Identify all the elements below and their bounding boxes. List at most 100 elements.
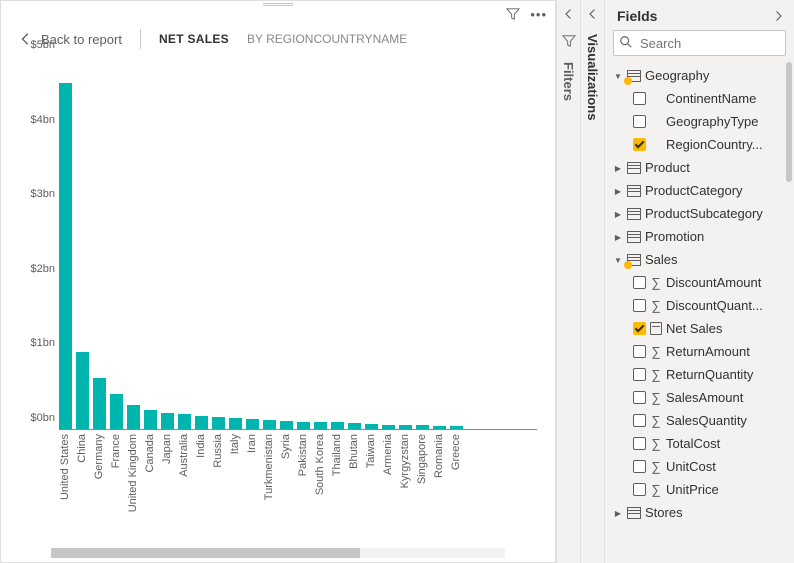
bar[interactable] [314, 422, 327, 429]
fields-panel: Fields GeographyContinentNameGeographyTy… [604, 0, 794, 563]
bar[interactable] [331, 422, 344, 429]
bar[interactable] [161, 413, 174, 429]
x-tick-label: Turkmenistan [263, 434, 276, 504]
more-options-icon[interactable]: ••• [530, 7, 547, 22]
table-stores[interactable]: Stores [605, 501, 794, 524]
table-productSubcategory[interactable]: ProductSubcategory [605, 202, 794, 225]
field-region[interactable]: RegionCountry... [605, 133, 794, 156]
table-icon [627, 507, 641, 519]
fields-header: Fields [605, 0, 794, 30]
field-checkbox[interactable] [633, 322, 646, 335]
field-discountAmount[interactable]: ∑DiscountAmount [605, 271, 794, 294]
bar[interactable] [93, 378, 106, 429]
sigma-icon: ∑ [650, 413, 662, 428]
table-label: ProductCategory [645, 183, 794, 198]
filter-icon[interactable] [506, 7, 520, 22]
field-checkbox[interactable] [633, 391, 646, 404]
bar[interactable] [59, 83, 72, 429]
field-checkbox[interactable] [633, 276, 646, 289]
chevron-right-icon [613, 508, 623, 518]
bar[interactable] [433, 426, 446, 429]
field-continent[interactable]: ContinentName [605, 87, 794, 110]
bar[interactable] [229, 418, 242, 429]
chevron-right-icon [613, 232, 623, 242]
bar[interactable] [246, 419, 259, 429]
table-product[interactable]: Product [605, 156, 794, 179]
field-returnQuantity[interactable]: ∑ReturnQuantity [605, 363, 794, 386]
table-productCategory[interactable]: ProductCategory [605, 179, 794, 202]
field-returnAmount[interactable]: ∑ReturnAmount [605, 340, 794, 363]
bar[interactable] [348, 423, 361, 429]
bar[interactable] [297, 422, 310, 429]
chevron-down-icon [613, 255, 623, 265]
bar[interactable] [110, 394, 123, 429]
x-tick-label: France [110, 434, 123, 472]
field-geotype[interactable]: GeographyType [605, 110, 794, 133]
bar[interactable] [76, 352, 89, 429]
chevron-right-icon [613, 209, 623, 219]
table-icon [627, 231, 641, 243]
filter-icon [562, 34, 576, 48]
field-salesAmount[interactable]: ∑SalesAmount [605, 386, 794, 409]
x-tick-label: United Kingdom [127, 434, 140, 516]
filters-rail[interactable]: Filters [556, 0, 580, 563]
y-tick-label: $0bn [19, 412, 55, 424]
field-label: RegionCountry... [666, 137, 794, 152]
table-promotion[interactable]: Promotion [605, 225, 794, 248]
field-checkbox[interactable] [633, 414, 646, 427]
x-axis-labels: United StatesChinaGermanyFranceUnited Ki… [59, 434, 537, 540]
bar[interactable] [263, 420, 276, 429]
x-tick-label: China [76, 434, 89, 467]
field-totalCost[interactable]: ∑TotalCost [605, 432, 794, 455]
x-tick-label: Kyrgyzstan [399, 434, 412, 492]
chevron-right-icon[interactable] [772, 10, 784, 22]
table-icon [627, 185, 641, 197]
sigma-icon: ∑ [650, 367, 662, 382]
table-geography[interactable]: Geography [605, 64, 794, 87]
visualizations-rail[interactable]: Visualizations [580, 0, 604, 563]
table-label: ProductSubcategory [645, 206, 794, 221]
field-checkbox[interactable] [633, 345, 646, 358]
scrollbar-thumb[interactable] [51, 548, 360, 558]
table-sales[interactable]: Sales [605, 248, 794, 271]
field-salesQuantity[interactable]: ∑SalesQuantity [605, 409, 794, 432]
field-unitPrice[interactable]: ∑UnitPrice [605, 478, 794, 501]
search-input[interactable] [613, 30, 786, 56]
field-discountQuant[interactable]: ∑DiscountQuant... [605, 294, 794, 317]
field-checkbox[interactable] [633, 368, 646, 381]
field-checkbox[interactable] [633, 437, 646, 450]
bar-container [59, 57, 537, 429]
table-label: Sales [645, 252, 794, 267]
bar[interactable] [399, 425, 412, 429]
bar[interactable] [280, 421, 293, 429]
bar[interactable] [212, 417, 225, 429]
bar[interactable] [450, 426, 463, 429]
x-tick-label: Taiwan [365, 434, 378, 472]
field-checkbox[interactable] [633, 92, 646, 105]
x-tick-label: India [195, 434, 208, 462]
drag-handle-icon[interactable] [263, 3, 293, 6]
table-icon [627, 254, 641, 266]
bar[interactable] [416, 425, 429, 429]
bar[interactable] [178, 414, 191, 429]
table-label: Stores [645, 505, 794, 520]
chevron-left-icon [563, 8, 575, 20]
field-netSales[interactable]: Net Sales [605, 317, 794, 340]
search-icon [619, 35, 633, 49]
bar[interactable] [365, 424, 378, 429]
vertical-scrollbar-thumb[interactable] [786, 62, 792, 182]
field-checkbox[interactable] [633, 115, 646, 128]
horizontal-scrollbar[interactable] [51, 548, 505, 558]
field-checkbox[interactable] [633, 460, 646, 473]
bar[interactable] [195, 416, 208, 429]
field-checkbox[interactable] [633, 483, 646, 496]
field-unitCost[interactable]: ∑UnitCost [605, 455, 794, 478]
x-tick-label: Canada [144, 434, 157, 477]
table-label: Product [645, 160, 794, 175]
field-label: TotalCost [666, 436, 794, 451]
field-checkbox[interactable] [633, 299, 646, 312]
bar[interactable] [382, 425, 395, 429]
field-checkbox[interactable] [633, 138, 646, 151]
bar[interactable] [144, 410, 157, 429]
bar[interactable] [127, 405, 140, 429]
